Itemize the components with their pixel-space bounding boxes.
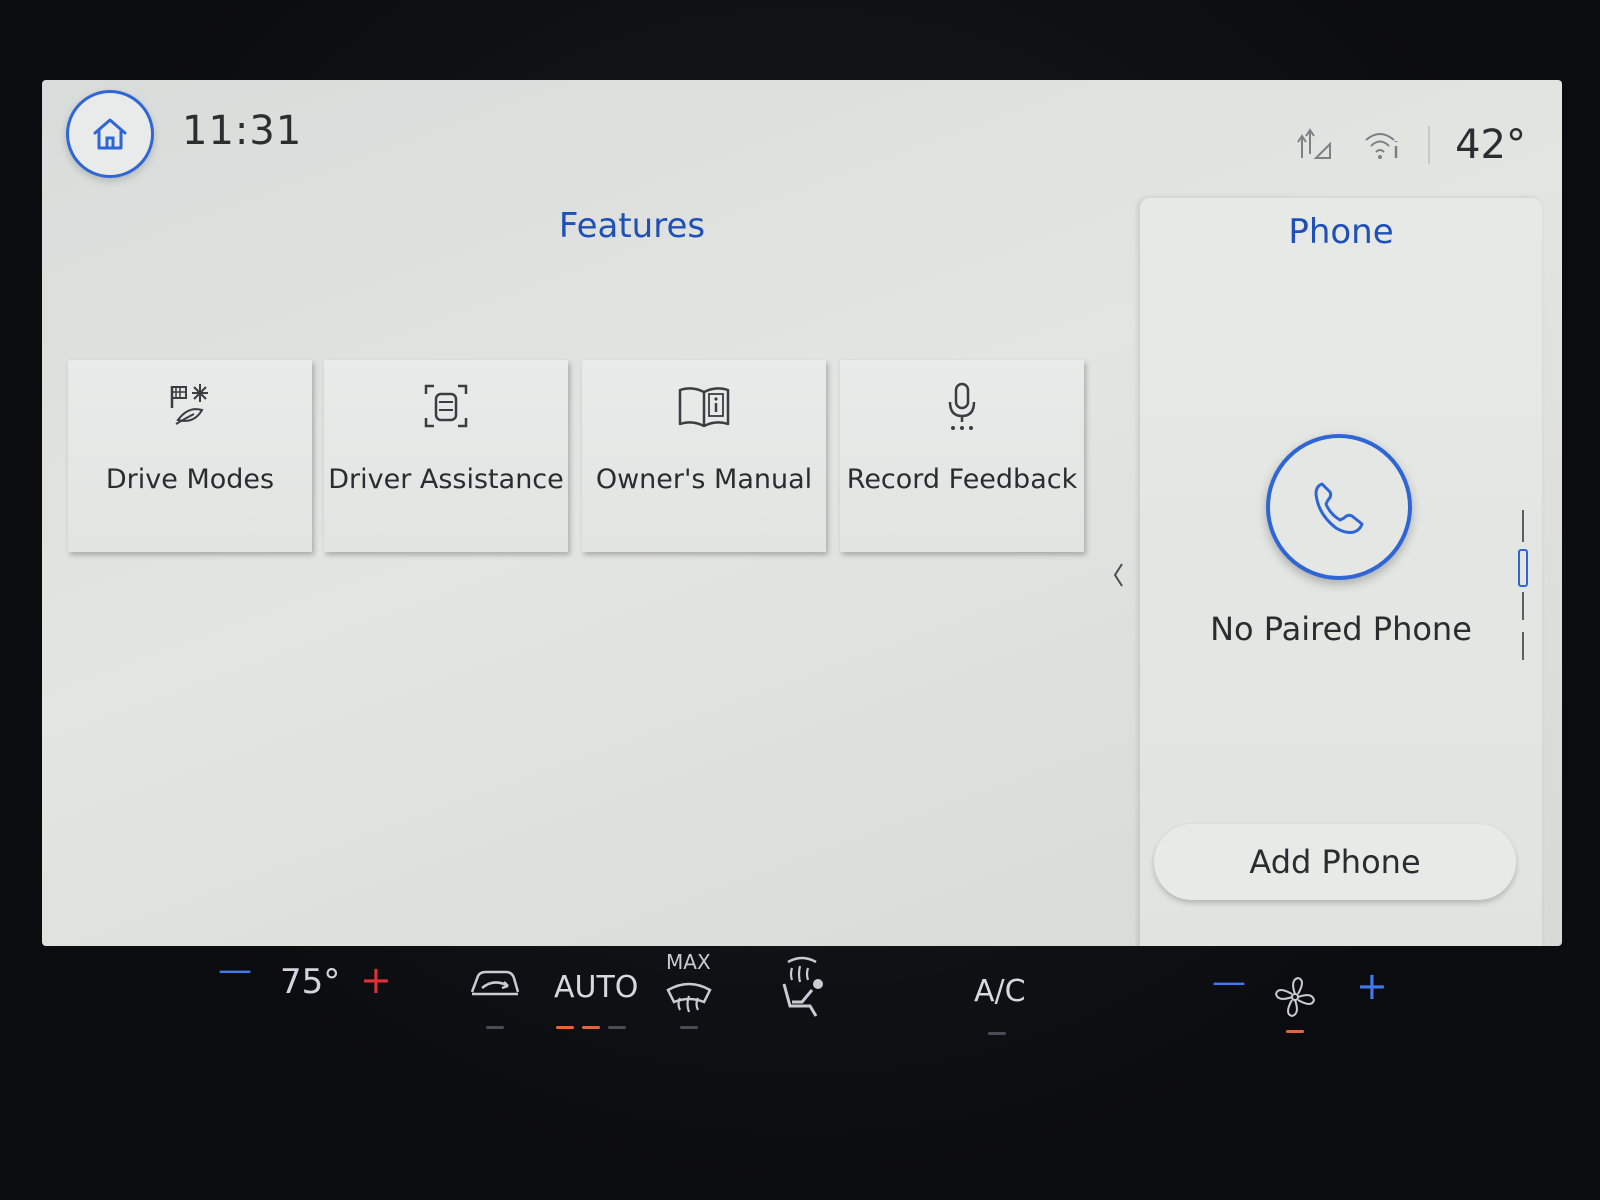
tile-owners-manual[interactable]: Owner's Manual bbox=[582, 360, 826, 552]
features-title: Features bbox=[558, 206, 706, 246]
call-button[interactable] bbox=[1266, 434, 1412, 580]
tile-drive-modes[interactable]: Drive Modes bbox=[68, 360, 312, 552]
tile-record-feedback[interactable]: Record Feedback bbox=[840, 360, 1084, 552]
tile-label: Owner's Manual bbox=[595, 464, 813, 495]
recirculation-button[interactable] bbox=[468, 968, 522, 1006]
microphone-icon bbox=[948, 382, 976, 430]
fan-increase-button[interactable]: + bbox=[1356, 964, 1388, 1008]
infotainment-screen: 11:31 42° Features Drive Modes Driver As… bbox=[42, 80, 1562, 946]
phone-title: Phone bbox=[1288, 212, 1394, 252]
home-icon bbox=[93, 118, 127, 150]
ac-button[interactable]: A/C bbox=[974, 974, 1026, 1009]
recirculation-indicator bbox=[486, 1026, 504, 1029]
status-icons bbox=[1294, 124, 1402, 164]
phone-icon bbox=[1314, 482, 1364, 534]
fan-speed-display bbox=[1272, 974, 1318, 1024]
clock: 11:31 bbox=[182, 108, 303, 154]
tile-label: Driver Assistance bbox=[328, 464, 564, 495]
driver-temperature: 75° bbox=[280, 962, 341, 1002]
temp-increase-button[interactable]: + bbox=[360, 958, 392, 1002]
fan-icon bbox=[1274, 976, 1316, 1018]
max-defrost-label: MAX bbox=[666, 950, 711, 974]
recirculation-icon bbox=[470, 970, 520, 996]
auto-indicator-2 bbox=[582, 1026, 600, 1029]
heated-seat-button[interactable] bbox=[774, 954, 830, 1024]
heated-seat-icon bbox=[782, 956, 823, 1017]
ac-indicator bbox=[988, 1032, 1006, 1035]
tile-label: Drive Modes bbox=[105, 464, 275, 495]
driver-assistance-icon bbox=[424, 384, 468, 428]
signal-icon bbox=[1297, 128, 1331, 159]
auto-button[interactable]: AUTO bbox=[554, 970, 638, 1005]
drive-modes-icon bbox=[170, 384, 208, 425]
temp-decrease-button[interactable]: — bbox=[218, 950, 252, 990]
owners-manual-icon bbox=[678, 387, 730, 428]
status-divider bbox=[1428, 126, 1430, 164]
defrost-icon bbox=[666, 982, 712, 1013]
phone-status: No Paired Phone bbox=[1210, 610, 1472, 648]
fan-decrease-button[interactable]: — bbox=[1212, 962, 1246, 1002]
auto-indicator-3 bbox=[608, 1026, 626, 1029]
max-defrost-button[interactable] bbox=[664, 976, 714, 1020]
tile-driver-assistance[interactable]: Driver Assistance bbox=[324, 360, 568, 552]
auto-indicator-1 bbox=[556, 1026, 574, 1029]
add-phone-button[interactable]: Add Phone bbox=[1154, 824, 1516, 900]
chevron-left-icon bbox=[1113, 563, 1123, 587]
home-button[interactable] bbox=[66, 90, 154, 178]
phone-panel: Phone No Paired Phone Add Phone bbox=[1140, 198, 1542, 946]
outside-temperature: 42° bbox=[1455, 122, 1526, 168]
tile-label: Record Feedback bbox=[846, 464, 1078, 495]
climate-bar: — 75° + AUTO MAX A/C — + bbox=[0, 950, 1600, 1060]
max-defrost-indicator bbox=[680, 1026, 698, 1029]
scroll-indicator[interactable] bbox=[1516, 510, 1530, 660]
panel-collapse-toggle[interactable] bbox=[1110, 560, 1126, 594]
fan-indicator bbox=[1286, 1030, 1304, 1033]
wifi-icon bbox=[1365, 133, 1398, 159]
